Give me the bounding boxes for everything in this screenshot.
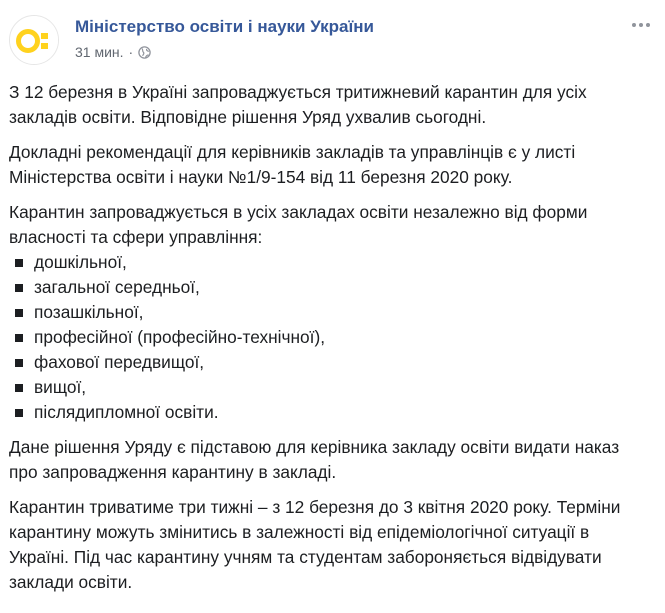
page-name-link[interactable]: Міністерство освіти і науки України bbox=[75, 17, 374, 37]
post-timestamp[interactable]: 31 мин. bbox=[75, 44, 124, 60]
facebook-post: Міністерство освіти і науки України 31 м… bbox=[0, 0, 665, 613]
post-text: З 12 березня в Україні запроваджується т… bbox=[9, 80, 649, 605]
post-header: Міністерство освіти і науки України 31 м… bbox=[9, 11, 659, 67]
list-item: професійної (професійно-технічної), bbox=[9, 325, 649, 350]
page-avatar[interactable] bbox=[9, 15, 59, 65]
paragraph-5: Карантин триватиме три тижні – з 12 бере… bbox=[9, 497, 621, 592]
bullet-icon bbox=[15, 333, 23, 342]
paragraph-4: Дане рішення Уряду є підставою для керів… bbox=[9, 437, 620, 482]
mon-logo-icon bbox=[10, 16, 58, 64]
paragraph-3: Карантин запроваджується в усіх закладах… bbox=[9, 202, 588, 247]
paragraph-2: Докладні рекомендації для керівників зак… bbox=[9, 142, 576, 187]
bullet-icon bbox=[15, 383, 23, 392]
globe-icon[interactable] bbox=[138, 45, 151, 59]
bullet-icon bbox=[15, 283, 23, 292]
institution-list: дошкільної, загальної середньої, позашкі… bbox=[9, 250, 649, 425]
list-item: позашкільної, bbox=[9, 300, 649, 325]
list-item: фахової передвищої, bbox=[9, 350, 649, 375]
bullet-icon bbox=[15, 408, 23, 417]
list-item: вищої, bbox=[9, 375, 649, 400]
list-item: післядипломної освіти. bbox=[9, 400, 649, 425]
more-options-icon[interactable] bbox=[629, 17, 653, 33]
paragraph-1: З 12 березня в Україні запроваджується т… bbox=[9, 82, 587, 127]
list-item: дошкільної, bbox=[9, 250, 649, 275]
bullet-icon bbox=[15, 358, 23, 367]
meta-separator: · bbox=[128, 44, 134, 60]
post-meta: 31 мин. · bbox=[75, 44, 151, 60]
bullet-icon bbox=[15, 258, 23, 267]
list-item: загальної середньої, bbox=[9, 275, 649, 300]
bullet-icon bbox=[15, 308, 23, 317]
